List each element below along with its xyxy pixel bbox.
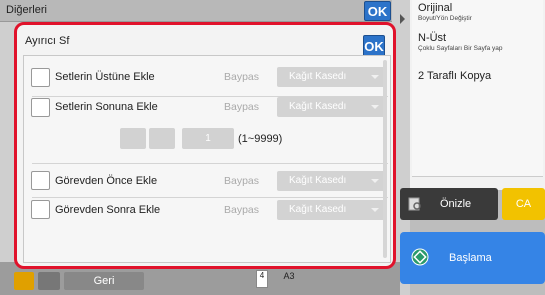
row-divider	[32, 163, 388, 164]
chevron-down-icon	[371, 208, 379, 212]
summary-item-sub: Boyut/Yön Değiştir	[418, 15, 472, 22]
summary-item-sub: Çoklu Sayfaları Bir Sayfa yap	[418, 45, 503, 52]
preview-label: Önizle	[440, 198, 472, 210]
summary-item-empty	[412, 89, 543, 120]
header-ok-button[interactable]: OK	[364, 1, 391, 21]
chevron-down-icon	[371, 75, 379, 79]
row-label: Setlerin Üstüne Ekle	[55, 71, 155, 83]
checkbox-insert-before-sets[interactable]	[31, 68, 50, 87]
summary-item-label: 2 Taraflı Kopya	[418, 70, 492, 82]
paper-tray-select[interactable]: Kağıt Kasedı	[277, 171, 385, 191]
scrollbar[interactable]	[383, 60, 387, 258]
count-input[interactable]: 1	[182, 128, 234, 149]
bypass-option[interactable]: Baypas	[224, 204, 259, 216]
paper-size-label: A3	[283, 271, 295, 281]
checkbox-insert-after-job[interactable]	[31, 200, 50, 219]
paper-tray-select[interactable]: Kağıt Kasedı	[277, 67, 385, 87]
dialog-title: Ayırıcı Sf	[25, 35, 70, 47]
start-icon	[411, 248, 429, 266]
summary-item-label: N-Üst	[418, 32, 447, 44]
back-button[interactable]: Geri	[64, 272, 144, 290]
ca-button[interactable]: CA	[502, 188, 545, 220]
count-range-label: (1~9999)	[238, 133, 283, 145]
bypass-option[interactable]: Baypas	[224, 101, 259, 113]
decrement-button[interactable]	[120, 128, 146, 149]
settings-summary-panel: Orijinal Boyut/Yön Değiştir N-Üst Çoklu …	[410, 0, 545, 190]
start-label: Başlama	[449, 252, 492, 264]
row-divider	[32, 197, 388, 198]
start-button[interactable]: Başlama	[400, 232, 545, 284]
summary-item-label: Orijinal	[418, 2, 453, 14]
separator-page-dialog: Ayırıcı Sf OK Setlerin Üstüne Ekle Baypa…	[14, 22, 396, 269]
paper-tray-select[interactable]: Kağıt Kasedı	[277, 200, 385, 220]
favorite-down-icon[interactable]	[38, 272, 60, 290]
star-icon[interactable]	[14, 272, 34, 290]
preview-icon	[408, 197, 421, 211]
page-title: Diğerleri	[6, 4, 47, 16]
paper-tray-select[interactable]: Kağıt Kasedı	[277, 97, 385, 117]
chevron-down-icon	[371, 105, 379, 109]
bypass-option[interactable]: Baypas	[224, 175, 259, 187]
summary-item-n-up[interactable]: N-Üst Çoklu Sayfaları Bir Sayfa yap	[412, 30, 543, 63]
paper-tray-indicator: 4	[256, 270, 268, 288]
paper-tray-label: Kağıt Kasedı	[289, 204, 347, 215]
summary-item-original[interactable]: Orijinal Boyut/Yön Değiştir	[412, 0, 543, 31]
paper-tray-label: Kağıt Kasedı	[289, 101, 347, 112]
summary-item-duplex[interactable]: 2 Taraflı Kopya	[412, 62, 543, 90]
panel-toggle-arrow-icon[interactable]	[400, 14, 405, 24]
row-label: Görevden Önce Ekle	[55, 175, 158, 187]
preview-button[interactable]: Önizle	[400, 188, 498, 220]
checkbox-insert-after-sets[interactable]	[31, 98, 50, 117]
row-label: Görevden Sonra Ekle	[55, 204, 161, 216]
summary-item-empty	[412, 148, 543, 177]
increment-button[interactable]	[149, 128, 175, 149]
paper-tray-label: Kağıt Kasedı	[289, 175, 347, 186]
dialog-content: Setlerin Üstüne Ekle Baypas Kağıt Kasedı…	[23, 55, 391, 263]
bypass-option[interactable]: Baypas	[224, 71, 259, 83]
row-label: Setlerin Sonuna Ekle	[55, 101, 158, 113]
title-bar: Diğerleri	[0, 0, 392, 22]
paper-tray-label: Kağıt Kasedı	[289, 71, 347, 82]
summary-item-empty	[412, 119, 543, 149]
chevron-down-icon	[371, 179, 379, 183]
checkbox-insert-before-job[interactable]	[31, 171, 50, 190]
dialog-ok-button[interactable]: OK	[363, 35, 385, 57]
